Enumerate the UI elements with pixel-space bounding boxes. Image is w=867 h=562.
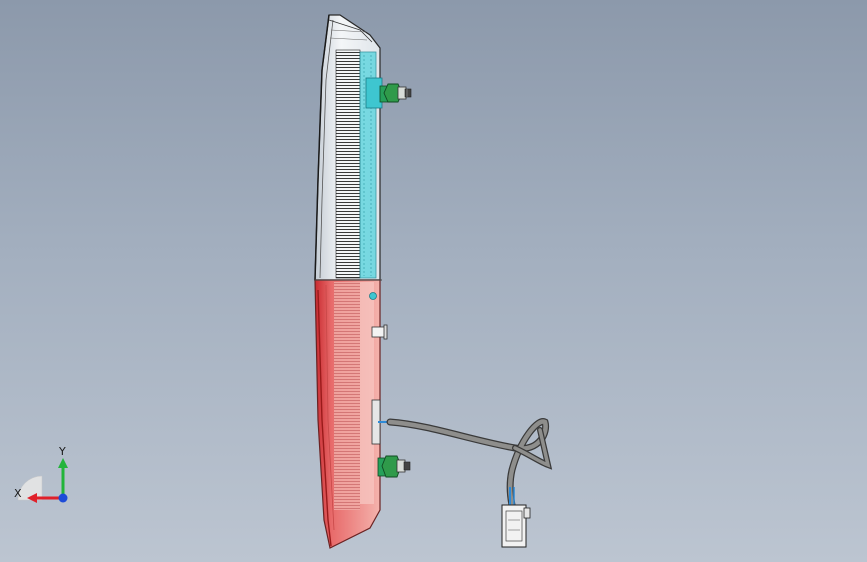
view-orientation-triad: Y X <box>14 445 68 503</box>
graphics-viewport[interactable]: Y X <box>0 0 867 562</box>
z-axis-dot-icon <box>58 493 68 503</box>
wiring-harness[interactable] <box>371 399 553 509</box>
y-axis-label: Y <box>58 445 66 458</box>
upper-mounting-nut[interactable] <box>379 83 412 103</box>
x-axis-label: X <box>14 487 22 500</box>
lower-mounting-nut[interactable] <box>377 455 411 478</box>
y-axis-arrow-icon <box>58 458 68 498</box>
harness-connector[interactable] <box>501 504 531 548</box>
triad-plane-icon <box>17 475 43 501</box>
tail-lamp-model[interactable] <box>0 0 867 562</box>
